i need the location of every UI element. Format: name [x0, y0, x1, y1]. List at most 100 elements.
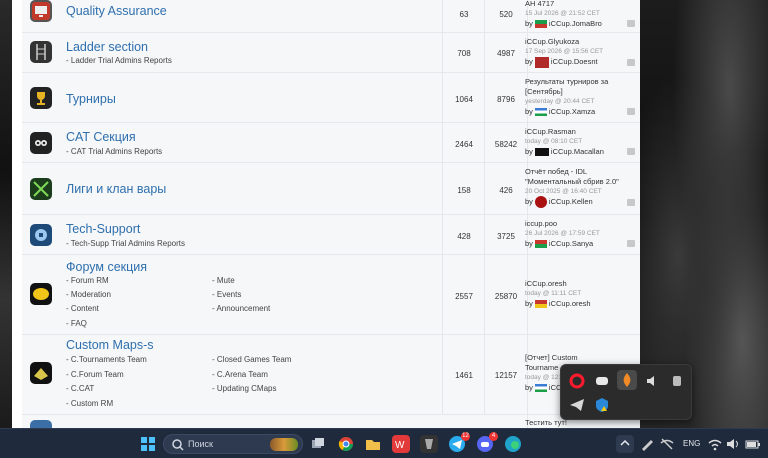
flag-icon	[534, 20, 547, 29]
last-post-link[interactable]: iCCup.oresh	[525, 279, 637, 289]
windows-start-icon[interactable]	[139, 435, 157, 453]
search-placeholder: Поиск	[188, 439, 213, 449]
by-label: by	[525, 57, 533, 66]
last-post-link[interactable]: iCCup.Rasman	[525, 127, 637, 137]
cat-icon	[30, 132, 52, 154]
author-link[interactable]: iCCup.JomaBro	[549, 19, 602, 28]
last-post-link-cont[interactable]: "Моментальный сбрив 2.0"	[525, 177, 637, 187]
goto-last-post-icon[interactable]	[627, 148, 635, 155]
pen-menu-icon[interactable]	[638, 435, 656, 453]
last-post-link[interactable]: Отчёт побед - IDL	[525, 167, 637, 177]
last-post-link[interactable]: iccup.poo	[525, 219, 637, 229]
edge-icon[interactable]	[504, 435, 522, 453]
audio-app-icon[interactable]	[642, 371, 662, 391]
subforum-link[interactable]: - Content	[66, 304, 99, 313]
last-post-author: by iCCup.Sanya	[525, 238, 637, 249]
forum-title-link[interactable]: Форум секция	[66, 260, 147, 274]
last-post-link[interactable]: Результаты турниров за	[525, 77, 637, 87]
subforum-link[interactable]: - Mute	[212, 276, 235, 285]
subforum-link[interactable]: - Closed Games Team	[212, 355, 291, 364]
post-count: 8796	[497, 95, 515, 104]
column-divider	[484, 215, 485, 254]
subforum-link[interactable]: - Forum RM	[66, 276, 109, 285]
discord-badge: 4	[489, 432, 498, 441]
subforum-link[interactable]: - C.Arena Team	[212, 370, 268, 379]
author-link[interactable]: iCCup.Xamza	[549, 107, 595, 116]
volume-icon[interactable]	[724, 435, 742, 453]
author-link[interactable]: iCCup.Sanya	[549, 239, 593, 248]
topic-count: 158	[457, 186, 471, 195]
chrome-icon[interactable]	[337, 435, 355, 453]
subforum-link[interactable]: - Events	[212, 290, 241, 299]
last-post-author: by iCCup.oresh	[525, 298, 637, 309]
forum-title-link[interactable]: Tech-Support	[66, 222, 140, 236]
last-post-link[interactable]: AH 4717	[525, 0, 637, 9]
ladder-icon	[30, 41, 52, 63]
goto-last-post-icon[interactable]	[627, 58, 635, 66]
last-post: iCCup.oresh today @ 11:11 CET by iCCup.or…	[525, 279, 637, 309]
subforum-link[interactable]: - Custom RM	[66, 399, 113, 408]
telegram-icon[interactable]: 12	[448, 432, 470, 453]
column-divider	[484, 163, 485, 214]
last-post-author: by iCCup.Macallan	[525, 146, 637, 157]
column-divider	[442, 123, 443, 162]
author-link[interactable]: iCCup.oresh	[549, 299, 591, 308]
subforum-link[interactable]: - Tech-Supp Trial Admins Reports	[66, 239, 185, 248]
goto-last-post-icon[interactable]	[627, 108, 635, 115]
forum-title-link[interactable]: Quality Assurance	[66, 4, 167, 18]
game-app-icon[interactable]	[667, 371, 687, 391]
last-post-date: 17 Sep 2026 @ 15:56 CET	[525, 48, 604, 55]
forum-icon	[30, 420, 52, 428]
chevron-up-icon[interactable]	[616, 435, 634, 453]
subforum-link[interactable]: - Ladder Trial Admins Reports	[66, 56, 172, 65]
tech-support-icon	[30, 224, 52, 246]
forum-row-forum-section: Форум секция - Forum RM - Moderation - C…	[22, 255, 640, 335]
topic-count: 2557	[455, 292, 473, 301]
goto-last-post-icon[interactable]	[627, 199, 635, 207]
last-post-link-cont[interactable]: [Сентябрь]	[525, 87, 637, 97]
last-post: iCCup.Rasman today @ 08:10 CET by iCCup.M…	[525, 127, 637, 157]
last-post: AH 4717 15 Jul 2026 @ 21:52 CET by iCCup.…	[525, 0, 637, 29]
forum-title-link[interactable]: Ladder section	[66, 40, 148, 54]
last-post-link[interactable]: [Отчет] Custom	[525, 353, 637, 363]
wifi-icon[interactable]	[706, 435, 724, 453]
forum-title-link[interactable]: CAT Секция	[66, 130, 136, 144]
subforum-link[interactable]: - CAT Trial Admins Reports	[66, 147, 162, 156]
discord-icon[interactable]: 4	[476, 432, 498, 453]
defender-warning-icon[interactable]	[592, 395, 612, 415]
last-post-link[interactable]: iCCup.Glyukoza	[525, 37, 637, 47]
flag-icon	[534, 108, 547, 117]
taskbar-search[interactable]: Поиск	[163, 434, 303, 454]
author-link[interactable]: iCCup.Macallan	[551, 147, 604, 156]
forum-row-leagues: Лиги и клан вары 158 426 Отчёт побед - I…	[22, 163, 640, 215]
subforum-link[interactable]: - Moderation	[66, 290, 111, 299]
column-divider	[442, 255, 443, 334]
language-indicator[interactable]: ENG	[683, 439, 700, 448]
forum-title-link[interactable]: Турниры	[66, 92, 116, 106]
fire-app-icon[interactable]	[617, 370, 637, 390]
subforum-link[interactable]: - Announcement	[212, 304, 270, 313]
wps-office-icon[interactable]: W	[392, 435, 410, 453]
goto-last-post-icon[interactable]	[627, 20, 635, 27]
author-link[interactable]: iCCup.Doesnt	[551, 57, 598, 66]
discord-icon[interactable]	[592, 371, 612, 391]
subforum-link[interactable]: - C.CAT	[66, 384, 94, 393]
subforum-link[interactable]: - FAQ	[66, 319, 87, 328]
subforum-link[interactable]: - C.Forum Team	[66, 370, 124, 379]
forum-title-link[interactable]: Custom Maps-s	[66, 338, 154, 352]
opera-icon[interactable]	[567, 371, 587, 391]
battery-icon[interactable]	[744, 435, 762, 453]
file-explorer-icon[interactable]	[364, 435, 382, 453]
game-launcher-icon[interactable]	[420, 435, 438, 453]
forum-title-link[interactable]: Лиги и клан вары	[66, 182, 166, 196]
telegram-tray-icon[interactable]	[567, 395, 587, 415]
network-disconnected-icon[interactable]	[658, 435, 676, 453]
subforum-link[interactable]: - Updating CMaps	[212, 384, 276, 393]
goto-last-post-icon[interactable]	[627, 240, 635, 247]
column-divider	[442, 335, 443, 414]
column-divider	[484, 255, 485, 334]
task-view-icon[interactable]	[309, 435, 327, 453]
subforum-link[interactable]: - C.Tournaments Team	[66, 355, 147, 364]
author-link[interactable]: iCCup.Kellen	[549, 197, 593, 206]
last-post-date: 15 Jul 2026 @ 21:52 CET	[525, 10, 600, 17]
